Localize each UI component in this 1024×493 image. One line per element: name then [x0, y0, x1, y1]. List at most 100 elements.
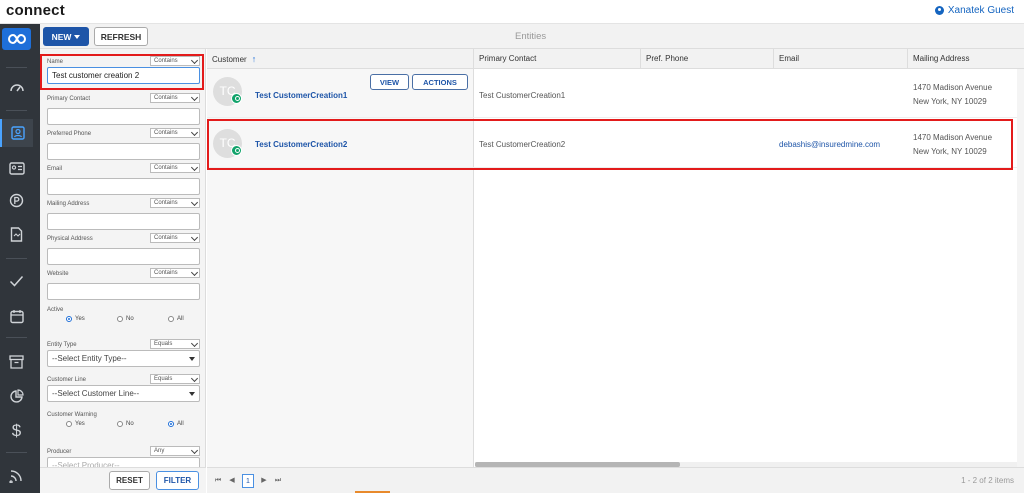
- filter-website-operator-value: Contains: [154, 270, 178, 276]
- refresh-button[interactable]: REFRESH: [94, 27, 148, 46]
- filter-entity-type-select[interactable]: --Select Entity Type--: [47, 350, 200, 367]
- filter-email-input[interactable]: [47, 178, 200, 195]
- radio-unchecked-icon: [66, 421, 72, 427]
- filter-website-operator[interactable]: Contains: [150, 268, 200, 278]
- next-page-icon[interactable]: ▶: [258, 474, 270, 488]
- filter-name-operator-value: Contains: [154, 58, 178, 64]
- filter-customer-line-label: Customer Line: [47, 377, 87, 383]
- dashboard-icon[interactable]: [0, 74, 33, 102]
- sort-asc-icon: ↑: [251, 54, 257, 64]
- caret-down-icon: [189, 392, 195, 396]
- filter-customer-line-operator-value: Equals: [154, 376, 173, 382]
- filter-email-operator[interactable]: Contains: [150, 163, 200, 173]
- column-header-customer[interactable]: Customer ↑: [207, 49, 474, 69]
- policy-icon[interactable]: [0, 186, 33, 214]
- left-rail: $: [0, 24, 33, 493]
- filter-name-input[interactable]: Test customer creation 2: [47, 67, 200, 84]
- filter-customer-line-value: --Select Customer Line--: [52, 389, 140, 398]
- connect-logo-icon[interactable]: [2, 28, 31, 50]
- filter-customer-line-operator[interactable]: Equals: [150, 374, 200, 384]
- filter-button[interactable]: FILTER: [156, 471, 199, 490]
- radio-label: All: [177, 421, 184, 427]
- warning-yes-radio[interactable]: Yes: [66, 421, 85, 427]
- chevron-down-icon: [190, 198, 199, 207]
- column-header-mailing-address[interactable]: Mailing Address: [908, 49, 1024, 69]
- radio-unchecked-icon: [117, 316, 123, 322]
- vertical-scrollbar[interactable]: [1017, 69, 1024, 467]
- filter-physical-address-operator[interactable]: Contains: [150, 233, 200, 243]
- radio-label: Yes: [75, 421, 85, 427]
- filter-website-input[interactable]: [47, 283, 200, 300]
- actions-button[interactable]: ACTIONS: [412, 74, 468, 90]
- grid-header: Customer ↑ Primary Contact Pref. Phone Em…: [207, 49, 1024, 69]
- rail-divider: [6, 110, 27, 111]
- filter-preferred-phone-operator-value: Contains: [154, 130, 178, 136]
- filter-email-operator-value: Contains: [154, 165, 178, 171]
- id-card-icon[interactable]: [0, 154, 33, 182]
- column-header-pref-phone[interactable]: Pref. Phone: [641, 49, 774, 69]
- filter-panel: Name Contains Test customer creation 2 P…: [40, 49, 206, 493]
- page-number[interactable]: 1: [242, 474, 254, 488]
- signal-icon[interactable]: [0, 461, 33, 489]
- filter-mailing-address-operator[interactable]: Contains: [150, 198, 200, 208]
- column-header-label: Customer: [212, 55, 247, 64]
- email-cell[interactable]: debashis@insuredmine.com: [779, 140, 880, 149]
- chevron-down-icon: [190, 268, 199, 277]
- column-header-email[interactable]: Email: [774, 49, 908, 69]
- filter-preferred-phone-operator[interactable]: Contains: [150, 128, 200, 138]
- filter-preferred-phone-input[interactable]: [47, 143, 200, 160]
- filter-producer-operator[interactable]: Any: [150, 446, 200, 456]
- filter-physical-address-input[interactable]: [47, 248, 200, 265]
- calendar-icon[interactable]: [0, 302, 33, 330]
- active-no-radio[interactable]: No: [117, 316, 134, 322]
- primary-contact-cell: Test CustomerCreation2: [479, 140, 566, 149]
- pager: ⏮ ◀ 1 ▶ ⏭ 1 - 2 of 2 items: [207, 467, 1024, 493]
- user-menu[interactable]: Xanatek Guest: [934, 5, 1014, 16]
- filter-primary-contact-input[interactable]: [47, 108, 200, 125]
- warning-no-radio[interactable]: No: [117, 421, 134, 427]
- chevron-down-icon: [190, 128, 199, 137]
- filter-primary-contact-operator[interactable]: Contains: [150, 93, 200, 103]
- filter-entity-type-value: --Select Entity Type--: [52, 354, 127, 363]
- warning-all-radio[interactable]: All: [168, 421, 184, 427]
- check-icon[interactable]: [0, 267, 33, 295]
- archive-icon[interactable]: [0, 348, 33, 376]
- filter-name-operator[interactable]: Contains: [150, 56, 200, 66]
- document-icon[interactable]: [0, 220, 33, 248]
- prev-page-icon[interactable]: ◀: [226, 474, 238, 488]
- customer-name-link[interactable]: Test CustomerCreation2: [255, 140, 347, 149]
- entities-grid: Customer ↑ Primary Contact Pref. Phone Em…: [207, 49, 1024, 467]
- page-title: Entities: [515, 31, 547, 42]
- filter-entity-type-operator[interactable]: Equals: [150, 339, 200, 349]
- reports-icon[interactable]: [0, 382, 33, 410]
- radio-label: All: [177, 316, 184, 322]
- active-yes-radio[interactable]: Yes: [66, 316, 85, 322]
- active-all-radio[interactable]: All: [168, 316, 184, 322]
- dollar-icon[interactable]: $: [0, 416, 33, 444]
- person-badge-icon: [231, 145, 242, 156]
- chevron-down-icon: [190, 374, 199, 383]
- reset-button[interactable]: RESET: [109, 471, 150, 490]
- first-page-icon[interactable]: ⏮: [212, 474, 224, 488]
- filter-customer-warning-label: Customer Warning: [47, 412, 97, 418]
- customer-name-link[interactable]: Test CustomerCreation1: [255, 91, 347, 100]
- filter-primary-contact-operator-value: Contains: [154, 95, 178, 101]
- new-button-label: NEW: [51, 31, 72, 42]
- user-name: Xanatek Guest: [947, 5, 1014, 16]
- table-row[interactable]: TC Test CustomerCreation2 Test CustomerC…: [207, 120, 1024, 168]
- table-row[interactable]: TC Test CustomerCreation1 VIEW ACTIONS T…: [207, 70, 1024, 118]
- view-button[interactable]: VIEW: [370, 74, 409, 90]
- contacts-icon[interactable]: [0, 119, 33, 147]
- filter-primary-contact-label: Primary Contact: [47, 96, 91, 102]
- chevron-down-icon: [190, 93, 199, 102]
- address-line1-cell: 1470 Madison Avenue: [913, 133, 993, 142]
- caret-down-icon: [74, 34, 81, 39]
- last-page-icon[interactable]: ⏭: [272, 474, 284, 488]
- filter-mailing-address-input[interactable]: [47, 213, 200, 230]
- chevron-down-icon: [190, 56, 199, 65]
- primary-contact-cell: Test CustomerCreation1: [479, 91, 566, 100]
- new-button[interactable]: NEW: [43, 27, 89, 46]
- filter-customer-line-select[interactable]: --Select Customer Line--: [47, 385, 200, 402]
- chevron-down-icon: [190, 233, 199, 242]
- column-header-primary-contact[interactable]: Primary Contact: [474, 49, 641, 69]
